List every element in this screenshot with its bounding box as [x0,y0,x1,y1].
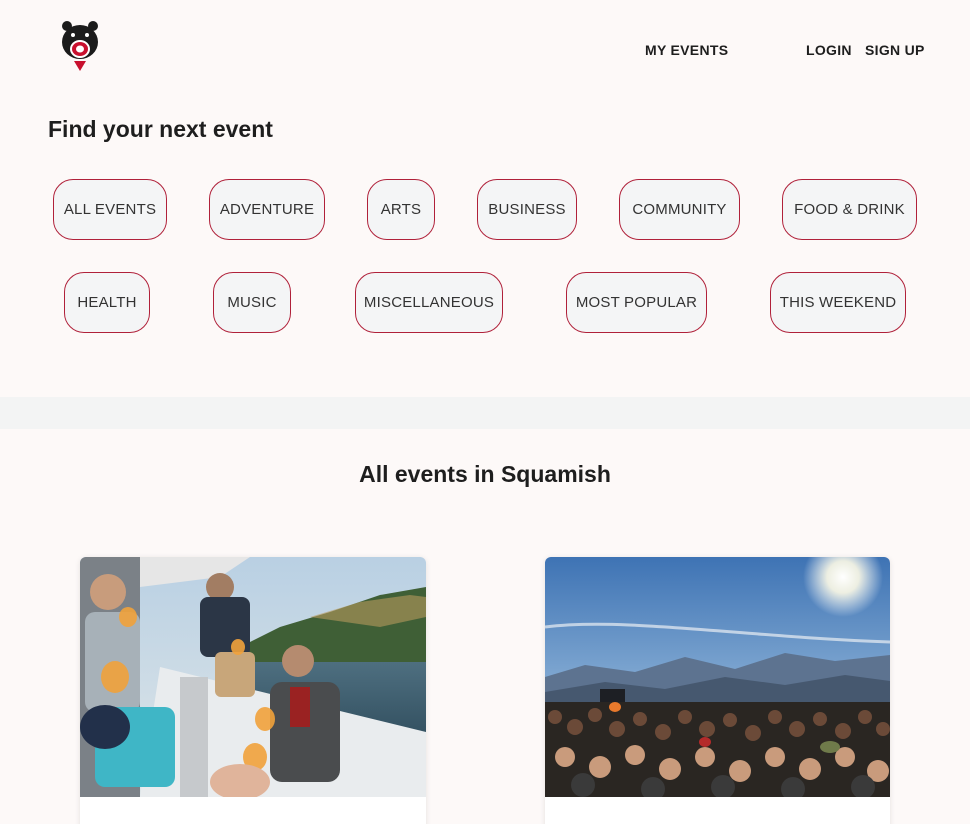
category-chip-health[interactable]: HEALTH [64,272,150,333]
category-chip-adventure[interactable]: ADVENTURE [209,179,325,240]
site-header: MY EVENTS LOGIN SIGN UP [0,0,970,100]
nav-login-link[interactable]: LOGIN [806,42,852,58]
events-section-heading: All events in Squamish [359,461,611,487]
category-chip-this-weekend[interactable]: THIS WEEKEND [770,272,906,333]
section-divider-band [0,397,970,429]
category-chip-arts[interactable]: ARTS [367,179,435,240]
find-event-heading: Find your next event [48,116,273,142]
bear-logo-icon[interactable] [58,18,102,74]
nav-sign-up-link[interactable]: SIGN UP [865,42,925,58]
sailboat-drinks-photo[interactable] [80,557,426,797]
mountain-festival-crowd-photo[interactable] [545,557,890,797]
event-card-2[interactable] [545,557,890,824]
category-chip-food-drink[interactable]: FOOD & DRINK [782,179,917,240]
category-chip-business[interactable]: BUSINESS [477,179,577,240]
category-chip-most-popular[interactable]: MOST POPULAR [566,272,707,333]
nav-my-events-link[interactable]: MY EVENTS [645,42,728,58]
category-chip-music[interactable]: MUSIC [213,272,291,333]
category-chip-all-events[interactable]: ALL EVENTS [53,179,167,240]
category-chip-community[interactable]: COMMUNITY [619,179,740,240]
category-chip-miscellaneous[interactable]: MISCELLANEOUS [355,272,503,333]
event-card-1[interactable] [80,557,426,824]
